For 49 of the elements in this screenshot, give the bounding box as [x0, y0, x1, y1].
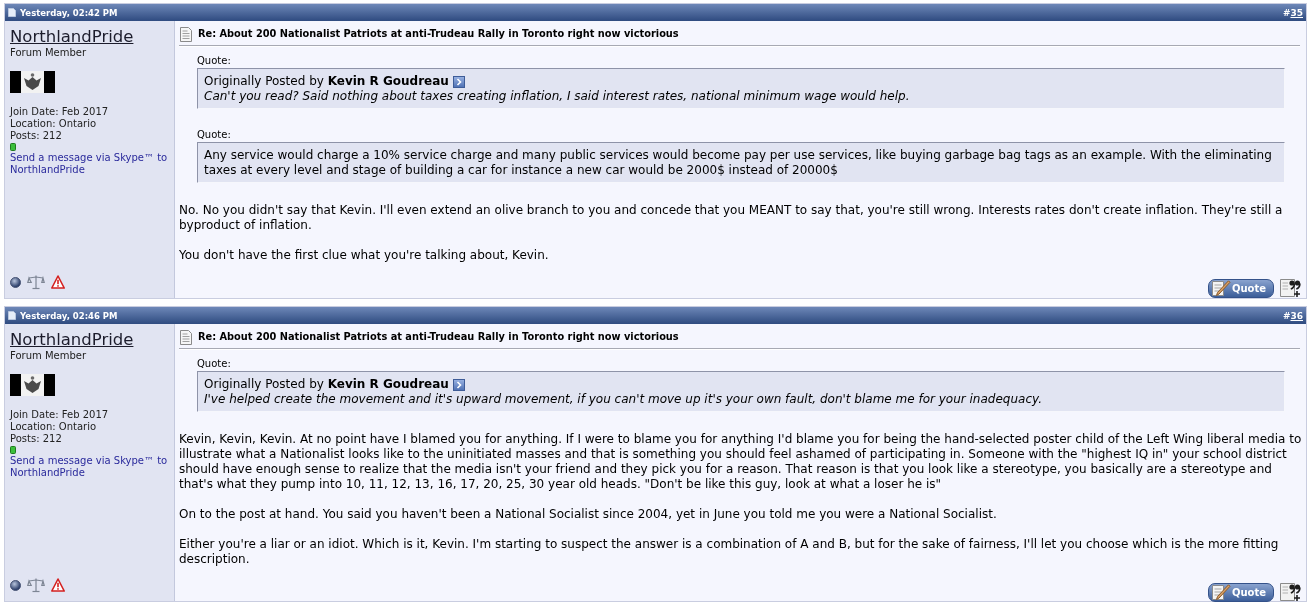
- quote-button[interactable]: Quote: [1207, 583, 1274, 602]
- user-detail: Join Date: Feb 2017: [10, 409, 110, 421]
- user-detail: Posts: 212: [10, 130, 63, 142]
- warning-icon[interactable]: [51, 275, 65, 289]
- post-text: No. No you didn't say that Kevin. I'll even extend an olive branch to you and concede that you MEANT to say that, you're still wrong. Interests rates don't create inflation. They're still a byproduct of inflation.: [179, 203, 1284, 233]
- user-title: Forum Member: [10, 47, 87, 59]
- avatar-image: [10, 374, 55, 396]
- quote-text: Any service would charge a 10% service charge and many public services would become pay per use services, like buying garbage bag tags as an example. With the eliminating taxes at every level and stage of building a car for instance a new car would be 2000$ instead of 20000$: [204, 148, 1273, 178]
- skype-link[interactable]: Send a message via Skype™ to NorthlandPride: [10, 455, 171, 479]
- user-detail: Join Date: Feb 2017: [10, 106, 110, 118]
- status-indicator-icon: [10, 446, 16, 454]
- avatar-image: [10, 71, 55, 93]
- scales-icon[interactable]: [27, 274, 45, 290]
- user-title: Forum Member: [10, 350, 87, 362]
- quote-attribution: Originally Posted by Kevin R Goudreau: [204, 74, 449, 89]
- post-text: You don't have the first clue what you're talking about, Kevin.: [179, 248, 550, 263]
- quote-button[interactable]: Quote: [1207, 279, 1274, 298]
- username-link[interactable]: NorthlandPride: [10, 330, 134, 350]
- document-icon: [8, 8, 16, 17]
- quote-label: Quote:: [197, 129, 232, 141]
- multiquote-icon[interactable]: [1279, 278, 1301, 298]
- user-detail: Location: Ontario: [10, 118, 98, 130]
- multiquote-icon[interactable]: [1279, 582, 1301, 602]
- post-date: Yesterday, 02:46 PM: [20, 309, 118, 322]
- user-detail: Location: Ontario: [10, 421, 98, 433]
- post-title: Re: About 200 Nationalist Patriots at anti-Trudeau Rally in Toronto right now victorious: [198, 331, 679, 343]
- post-text: On to the post at hand. You said you haven't been a National Socialist since 2004, yet in June you told me you were a National Socialist.: [179, 507, 998, 522]
- post-text: Kevin, Kevin, Kevin. At no point have I blamed you for anything. If I were to blame you for anything I'd blame you for being the hand-selected poster child of the Left Wing liberal media to illustrate what a Nationalist looks like to the uninitiated masses and that is something you should feel ashamed of participating in. Someone with the "highest IQ in" your school district should have enough sense to realize that the media isn't your friend and they pick you for a reason. That reason is that you look like a stereotype, you basically are a stereotype and that's what they pump into 10, 11, 12, 13, 16, 17, 20, 25, 30 year old heads. "Don't be like this guy, look at what a loser he is": [179, 432, 1302, 492]
- username-link[interactable]: NorthlandPride: [10, 27, 134, 47]
- quote-label: Quote:: [197, 55, 232, 67]
- quote-text: Can't you read? Said nothing about taxes creating inflation, I said interest rates, national minimum wage would help.: [204, 89, 911, 104]
- post-title: Re: About 200 Nationalist Patriots at anti-Trudeau Rally in Toronto right now victorious: [198, 28, 679, 40]
- scales-icon[interactable]: [27, 577, 45, 593]
- skype-link[interactable]: Send a message via Skype™ to NorthlandPride: [10, 152, 171, 176]
- user-detail: Posts: 212: [10, 433, 63, 445]
- document-icon: [180, 26, 192, 42]
- circle-status-icon: [10, 276, 21, 288]
- post-text: Either you're a liar or an idiot. Which is it, Kevin. I'm starting to suspect the answer is a combination of A and B, but for the sake of fairness, I'll let you choose which is the more fitting description.: [179, 537, 1280, 567]
- post-date: Yesterday, 02:42 PM: [20, 6, 118, 19]
- warning-icon[interactable]: [51, 578, 65, 592]
- document-icon: [8, 311, 16, 320]
- post-number-link[interactable]: #36: [1282, 309, 1303, 322]
- status-indicator-icon: [10, 143, 16, 151]
- post-number-link[interactable]: #35: [1282, 6, 1303, 19]
- quote-text: I've helped create the movement and it's upward movement, if you can't move up it's your own fault, don't blame me for your inadequacy.: [204, 392, 1043, 407]
- circle-status-icon: [10, 579, 21, 591]
- quote-attribution: Originally Posted by Kevin R Goudreau: [204, 377, 449, 392]
- document-icon: [180, 329, 192, 345]
- quote-label: Quote:: [197, 358, 232, 370]
